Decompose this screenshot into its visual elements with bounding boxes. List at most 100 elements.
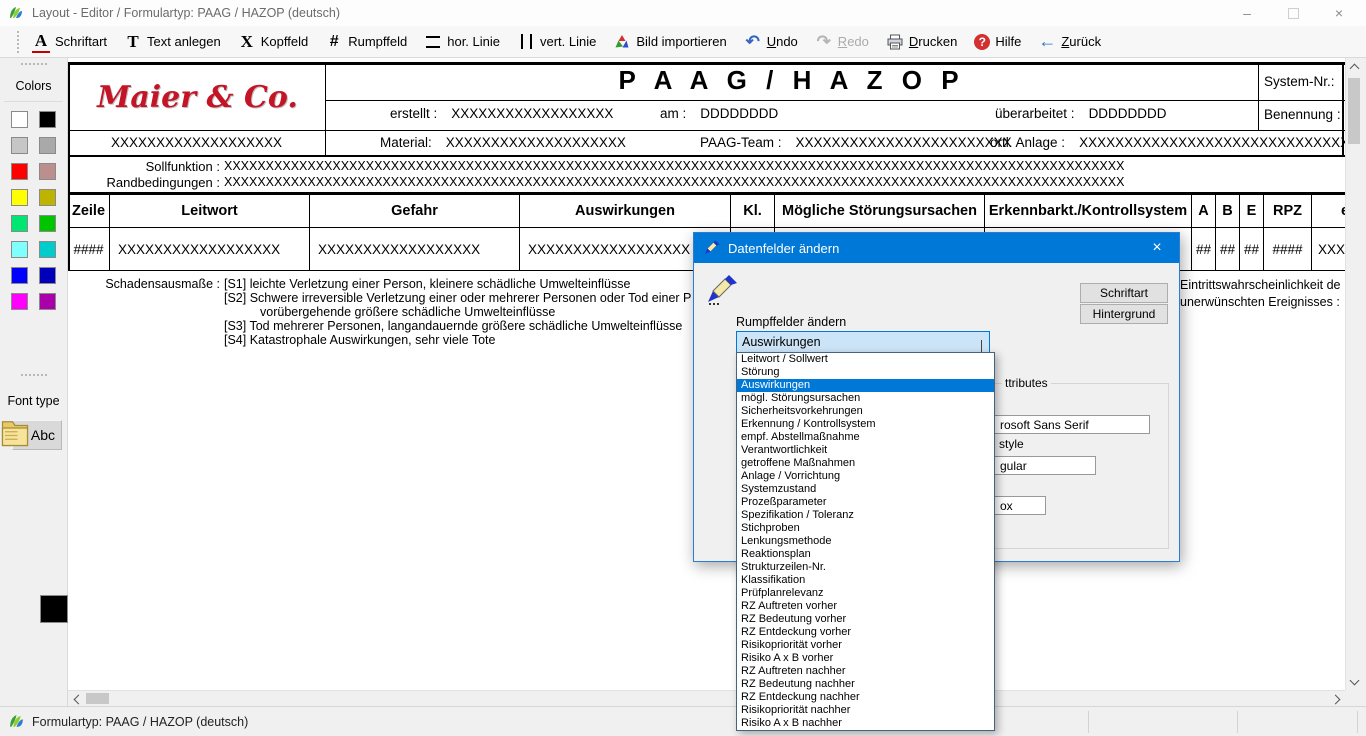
kopffeld-icon: X xyxy=(238,32,256,51)
chevron-right-icon xyxy=(1330,694,1340,704)
maximize-button[interactable] xyxy=(1270,0,1316,26)
font-name-field[interactable]: rosoft Sans Serif xyxy=(984,415,1150,434)
dropdown-item[interactable]: Risikopriorität vorher xyxy=(737,639,994,652)
status-separator xyxy=(1357,711,1358,733)
toolbar-button-schriftart[interactable]: A Schriftart xyxy=(32,31,107,53)
toolbar-button-zurueck[interactable]: ← Zurück xyxy=(1038,32,1101,51)
scroll-up-button[interactable] xyxy=(1346,60,1362,76)
window-title: Layout - Editor / Formulartyp: PAAG / HA… xyxy=(32,6,340,20)
schadens-s2: [S2] Schwere irreversible Verletzung ein… xyxy=(224,291,691,305)
vertical-scroll-thumb[interactable] xyxy=(1348,78,1360,144)
dropdown-item[interactable]: empf. Abstellmaßnahme xyxy=(737,431,994,444)
color-swatch[interactable] xyxy=(39,137,56,154)
color-swatch[interactable] xyxy=(11,267,28,284)
scroll-left-button[interactable] xyxy=(70,691,86,707)
toolbar-button-kopffeld[interactable]: X Kopffeld xyxy=(238,32,308,51)
dialog-title-bar[interactable]: Datenfelder ändern × xyxy=(694,233,1179,263)
rumpffeld-combobox[interactable]: Auswirkungen xyxy=(736,331,990,353)
font-style-field[interactable]: gular xyxy=(984,456,1096,475)
toolbar-button-rumpffeld[interactable]: # Rumpffeld xyxy=(325,32,407,51)
dropdown-item[interactable]: Anlage / Vorrichtung xyxy=(737,470,994,483)
dropdown-item[interactable]: Verantwortlichkeit xyxy=(737,444,994,457)
table-header-cell: Leitwort xyxy=(110,195,310,227)
pen-icon xyxy=(707,273,739,305)
randbedingungen-label: Randbedingungen : xyxy=(68,175,220,190)
close-button[interactable]: × xyxy=(1316,0,1362,26)
hintergrund-button[interactable]: Hintergrund xyxy=(1080,304,1168,324)
scroll-right-button[interactable] xyxy=(1327,691,1343,707)
dropdown-item[interactable]: mögl. Störungsursachen xyxy=(737,392,994,405)
color-swatch[interactable] xyxy=(39,241,56,258)
dropdown-item[interactable]: Spezifikation / Toleranz xyxy=(737,509,994,522)
toolbar-button-bild-importieren[interactable]: Bild importieren xyxy=(613,32,726,51)
dropdown-item[interactable]: Reaktionsplan xyxy=(737,548,994,561)
dropdown-item[interactable]: RZ Entdeckung nachher xyxy=(737,691,994,704)
dropdown-item[interactable]: Lenkungsmethode xyxy=(737,535,994,548)
am-field: am :DDDDDDDD xyxy=(660,105,778,123)
color-swatch[interactable] xyxy=(11,163,28,180)
toolbar-button-vert-linie[interactable]: vert. Linie xyxy=(517,32,596,51)
font-panel-grip xyxy=(21,374,47,378)
import-image-icon xyxy=(613,32,631,51)
color-swatch[interactable] xyxy=(11,241,28,258)
dropdown-item[interactable]: getroffene Maßnahmen xyxy=(737,457,994,470)
dropdown-item[interactable]: Leitwort / Sollwert xyxy=(737,353,994,366)
color-swatch[interactable] xyxy=(39,163,56,180)
schriftart-button[interactable]: Schriftart xyxy=(1080,283,1168,303)
dropdown-item[interactable]: Risiko A x B nachher xyxy=(737,717,994,730)
table-header-cell: Mögliche Störungsursachen xyxy=(775,195,985,227)
dropdown-item[interactable]: RZ Auftreten nachher xyxy=(737,665,994,678)
dropdown-item[interactable]: Klassifikation xyxy=(737,574,994,587)
color-swatch[interactable] xyxy=(39,215,56,232)
color-swatch[interactable] xyxy=(11,111,28,128)
minimize-button[interactable]: – xyxy=(1224,0,1270,26)
horizontal-scrollbar[interactable] xyxy=(68,690,1345,706)
maximize-icon xyxy=(1288,8,1299,19)
horizontal-scroll-thumb[interactable] xyxy=(86,693,109,704)
eintritt-line1: Eintrittswahrscheinlichkeit de xyxy=(1180,277,1345,294)
toolbar-button-hilfe[interactable]: ? Hilfe xyxy=(974,34,1021,50)
dropdown-list[interactable]: Leitwort / SollwertStörungAuswirkungenmö… xyxy=(736,352,995,731)
color-swatch[interactable] xyxy=(39,293,56,310)
dropdown-item[interactable]: Stichproben xyxy=(737,522,994,535)
dropdown-item[interactable]: Strukturzeilen-Nr. xyxy=(737,561,994,574)
dropdown-item[interactable]: Erkennung / Kontrollsystem xyxy=(737,418,994,431)
toolbar-button-drucken[interactable]: Drucken xyxy=(886,32,957,51)
ueberarbeitet-label: überarbeitet : xyxy=(995,106,1075,121)
dropdown-item[interactable]: Prüfplanrelevanz xyxy=(737,587,994,600)
dropdown-item[interactable]: Auswirkungen xyxy=(737,379,994,392)
dropdown-item[interactable]: Systemzustand xyxy=(737,483,994,496)
dropdown-item[interactable]: Prozeßparameter xyxy=(737,496,994,509)
dropdown-item[interactable]: Sicherheitsvorkehrungen xyxy=(737,405,994,418)
table-cell: #### xyxy=(68,228,110,270)
color-swatch[interactable] xyxy=(11,215,28,232)
colors-panel-grip xyxy=(21,63,47,67)
color-swatch[interactable] xyxy=(11,189,28,206)
folder-icon xyxy=(0,416,30,450)
system-nr-label: System-Nr.: xyxy=(1264,74,1335,89)
toolbar-button-hor-linie[interactable]: hor. Linie xyxy=(424,32,500,51)
groupbox-label: ttributes xyxy=(1002,376,1051,390)
table-header-cell: Kl. xyxy=(731,195,775,227)
scroll-down-button[interactable] xyxy=(1346,672,1362,688)
dropdown-item[interactable]: Störung xyxy=(737,366,994,379)
dropdown-item[interactable]: RZ Entdeckung vorher xyxy=(737,626,994,639)
dropdown-item[interactable]: RZ Bedeutung nachher xyxy=(737,678,994,691)
dialog-close-button[interactable]: × xyxy=(1135,233,1179,263)
dropdown-item[interactable]: Risiko A x B vorher xyxy=(737,652,994,665)
color-swatch[interactable] xyxy=(39,189,56,206)
color-swatch[interactable] xyxy=(39,111,56,128)
divider xyxy=(4,101,63,102)
schadens-s1: [S1] leichte Verletzung einer Person, kl… xyxy=(224,277,630,291)
toolbar-button-text-anlegen[interactable]: T Text anlegen xyxy=(124,32,221,51)
dropdown-item[interactable]: RZ Auftreten vorher xyxy=(737,600,994,613)
status-text: Formulartyp: PAAG / HAZOP (deutsch) xyxy=(32,715,248,729)
color-swatch[interactable] xyxy=(39,267,56,284)
dropdown-item[interactable]: Risikopriorität nachher xyxy=(737,704,994,717)
color-swatch[interactable] xyxy=(11,293,28,310)
vertical-scrollbar[interactable] xyxy=(1345,58,1362,690)
toolbar-button-undo[interactable]: ↶ Undo xyxy=(744,32,798,51)
dropdown-item[interactable]: RZ Bedeutung vorher xyxy=(737,613,994,626)
color-swatch[interactable] xyxy=(11,137,28,154)
schriftart-icon: A xyxy=(32,31,50,53)
